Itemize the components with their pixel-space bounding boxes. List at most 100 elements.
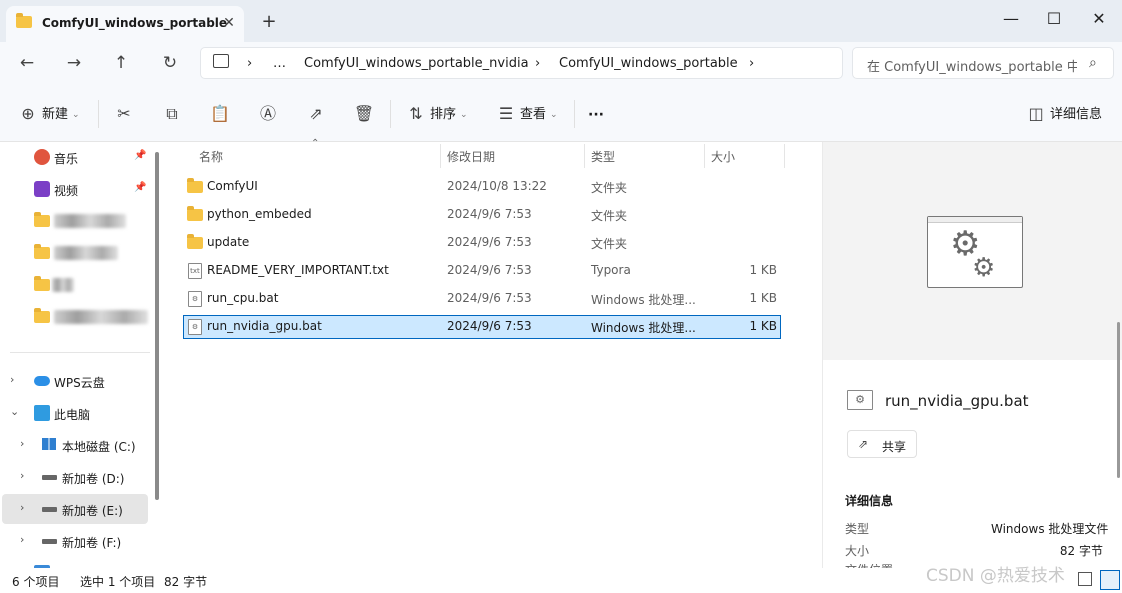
table-row[interactable]: update 2024/9/6 7:53 文件夹 xyxy=(183,231,781,255)
chevron-right-icon: › xyxy=(247,56,253,71)
sidebar-item-video[interactable]: 视频 📌 xyxy=(0,174,150,204)
sidebar-item-folder[interactable] xyxy=(0,302,150,332)
command-bar: ⊕ 新建 ⌄ ✂ ⧉ 📋 Ⓐ ⇗ 🗑 ⇅ 排序 ⌄ ☰ 查看 ⌄ ··· ◫ 详… xyxy=(0,86,1122,142)
sort-icon: ⇅ xyxy=(409,104,423,123)
sidebar-item-label: 新加卷 (F:) xyxy=(62,536,122,550)
property-value: 82 字节 xyxy=(1059,544,1103,558)
windows-drive-icon xyxy=(42,438,56,450)
sidebar-item-drive-c[interactable]: › 本地磁盘 (C:) xyxy=(0,430,150,460)
tab-title: ComfyUI_windows_portable xyxy=(42,16,228,30)
share-icon[interactable]: ⇗ xyxy=(304,102,328,126)
rename-icon[interactable]: Ⓐ xyxy=(256,102,280,126)
maximize-button[interactable]: ☐ xyxy=(1031,4,1077,36)
sidebar-item-this-pc[interactable]: ⌄ 此电脑 xyxy=(0,398,150,428)
chevron-right-icon[interactable]: › xyxy=(20,501,24,514)
refresh-button[interactable]: ↻ xyxy=(155,50,185,76)
folder-icon xyxy=(34,244,50,263)
pin-icon[interactable]: 📌 xyxy=(134,182,146,193)
new-tab-button[interactable]: + xyxy=(258,11,280,33)
file-list: ⌃ 名称 修改日期 类型 大小 ComfyUI 2024/10/8 13:22 … xyxy=(165,138,820,568)
file-size: 1 KB xyxy=(749,263,777,277)
divider[interactable] xyxy=(440,144,441,168)
details-pane-button[interactable]: 详细信息 xyxy=(1050,103,1102,127)
batch-file-large-icon: ⚙ ⚙ xyxy=(927,216,1023,288)
column-header-type[interactable]: 类型 xyxy=(591,148,615,170)
sidebar-item-label: 此电脑 xyxy=(54,408,91,422)
cut-icon[interactable]: ✂ xyxy=(112,102,136,126)
chevron-right-icon[interactable]: › xyxy=(749,56,754,71)
redacted-label xyxy=(54,310,148,324)
more-options-button[interactable]: ··· xyxy=(588,103,604,127)
title-bar: ComfyUI_windows_portable ✕ + — ☐ ✕ xyxy=(0,0,1122,42)
table-row[interactable]: ⚙ run_cpu.bat 2024/9/6 7:53 Windows 批处理.… xyxy=(183,287,781,311)
file-date: 2024/9/6 7:53 xyxy=(447,235,532,249)
file-type: Windows 批处理... xyxy=(591,293,696,307)
table-row[interactable]: txt README_VERY_IMPORTANT.txt 2024/9/6 7… xyxy=(183,259,781,283)
paste-icon[interactable]: 📋 xyxy=(208,102,232,126)
address-bar[interactable]: › … ComfyUI_windows_portable_nvidia › Co… xyxy=(200,47,843,79)
chevron-right-icon[interactable]: › xyxy=(20,437,24,450)
minimize-button[interactable]: — xyxy=(988,4,1034,36)
details-pane-icon: ◫ xyxy=(1028,104,1044,123)
back-button[interactable]: ← xyxy=(12,50,42,76)
forward-button[interactable]: → xyxy=(59,50,89,76)
file-size: 1 KB xyxy=(749,319,777,333)
details-scrollbar[interactable] xyxy=(1117,322,1120,478)
tab-active[interactable]: ComfyUI_windows_portable ✕ xyxy=(6,6,244,42)
sidebar-item-wps-cloud[interactable]: › WPS云盘 xyxy=(0,366,150,396)
divider[interactable] xyxy=(584,144,585,168)
chevron-right-icon[interactable]: › xyxy=(20,469,24,482)
sidebar-item-folder[interactable] xyxy=(0,270,150,300)
text-file-icon: txt xyxy=(188,262,202,279)
sidebar-item-music[interactable]: 音乐 📌 xyxy=(0,142,150,172)
close-button[interactable]: ✕ xyxy=(1076,4,1122,36)
folder-icon xyxy=(16,13,32,28)
table-row-selected[interactable]: ⚙ run_nvidia_gpu.bat 2024/9/6 7:53 Windo… xyxy=(183,315,781,339)
tab-close-icon[interactable]: ✕ xyxy=(220,14,238,32)
sidebar-item-folder[interactable] xyxy=(0,206,150,236)
sidebar-item-drive-e[interactable]: › 新加卷 (E:) xyxy=(2,494,148,524)
column-header-date[interactable]: 修改日期 xyxy=(447,148,495,170)
breadcrumb-overflow[interactable]: … xyxy=(273,56,286,71)
table-row[interactable]: ComfyUI 2024/10/8 13:22 文件夹 xyxy=(183,175,781,199)
file-name: update xyxy=(207,235,250,249)
table-row[interactable]: python_embeded 2024/9/6 7:53 文件夹 xyxy=(183,203,781,227)
search-icon: ⌕ xyxy=(1089,55,1097,71)
column-header-name[interactable]: 名称 xyxy=(199,148,223,170)
folder-icon xyxy=(187,178,203,196)
pc-icon xyxy=(34,405,50,421)
chevron-right-icon[interactable]: › xyxy=(20,533,24,546)
delete-icon[interactable]: 🗑 xyxy=(352,102,376,126)
sidebar-scrollbar[interactable] xyxy=(155,152,159,500)
copy-icon[interactable]: ⧉ xyxy=(160,102,184,126)
file-name: run_nvidia_gpu.bat xyxy=(207,319,322,333)
tiles-view-icon[interactable] xyxy=(1100,570,1120,590)
share-button[interactable]: ⇗ 共享 xyxy=(847,430,917,458)
divider xyxy=(10,352,150,353)
chevron-down-icon[interactable]: ⌄ xyxy=(10,405,19,418)
sidebar-item-folder[interactable] xyxy=(0,238,150,268)
share-icon: ⇗ xyxy=(858,437,869,451)
sidebar-item-network[interactable]: › 网络 xyxy=(0,558,150,568)
chevron-right-icon[interactable]: › xyxy=(10,373,14,386)
search-input[interactable]: 在 ComfyUI_windows_portable 中 ⌕ xyxy=(852,47,1114,79)
breadcrumb-item[interactable]: ComfyUI_windows_portable_nvidia xyxy=(304,56,529,71)
sidebar-item-label: 新加卷 (E:) xyxy=(62,504,123,518)
sidebar-item-drive-d[interactable]: › 新加卷 (D:) xyxy=(0,462,150,492)
column-header-size[interactable]: 大小 xyxy=(711,148,735,170)
music-icon xyxy=(34,149,50,165)
sidebar-item-drive-f[interactable]: › 新加卷 (F:) xyxy=(0,526,150,556)
pin-icon[interactable]: 📌 xyxy=(134,150,146,161)
file-preview: ⚙ ⚙ xyxy=(823,142,1122,360)
divider[interactable] xyxy=(784,144,785,168)
divider[interactable] xyxy=(704,144,705,168)
details-section-title: 详细信息 xyxy=(845,494,894,508)
view-icon: ☰ xyxy=(498,104,514,123)
breadcrumb-item[interactable]: ComfyUI_windows_portable xyxy=(559,56,738,71)
sort-button[interactable]: 排序 xyxy=(430,103,456,127)
up-button[interactable]: ↑ xyxy=(106,50,136,76)
batch-file-icon: ⚙ xyxy=(188,318,202,335)
details-view-icon[interactable] xyxy=(1078,572,1092,586)
new-button[interactable]: 新建 xyxy=(42,103,68,127)
view-button[interactable]: 查看 xyxy=(520,103,546,127)
